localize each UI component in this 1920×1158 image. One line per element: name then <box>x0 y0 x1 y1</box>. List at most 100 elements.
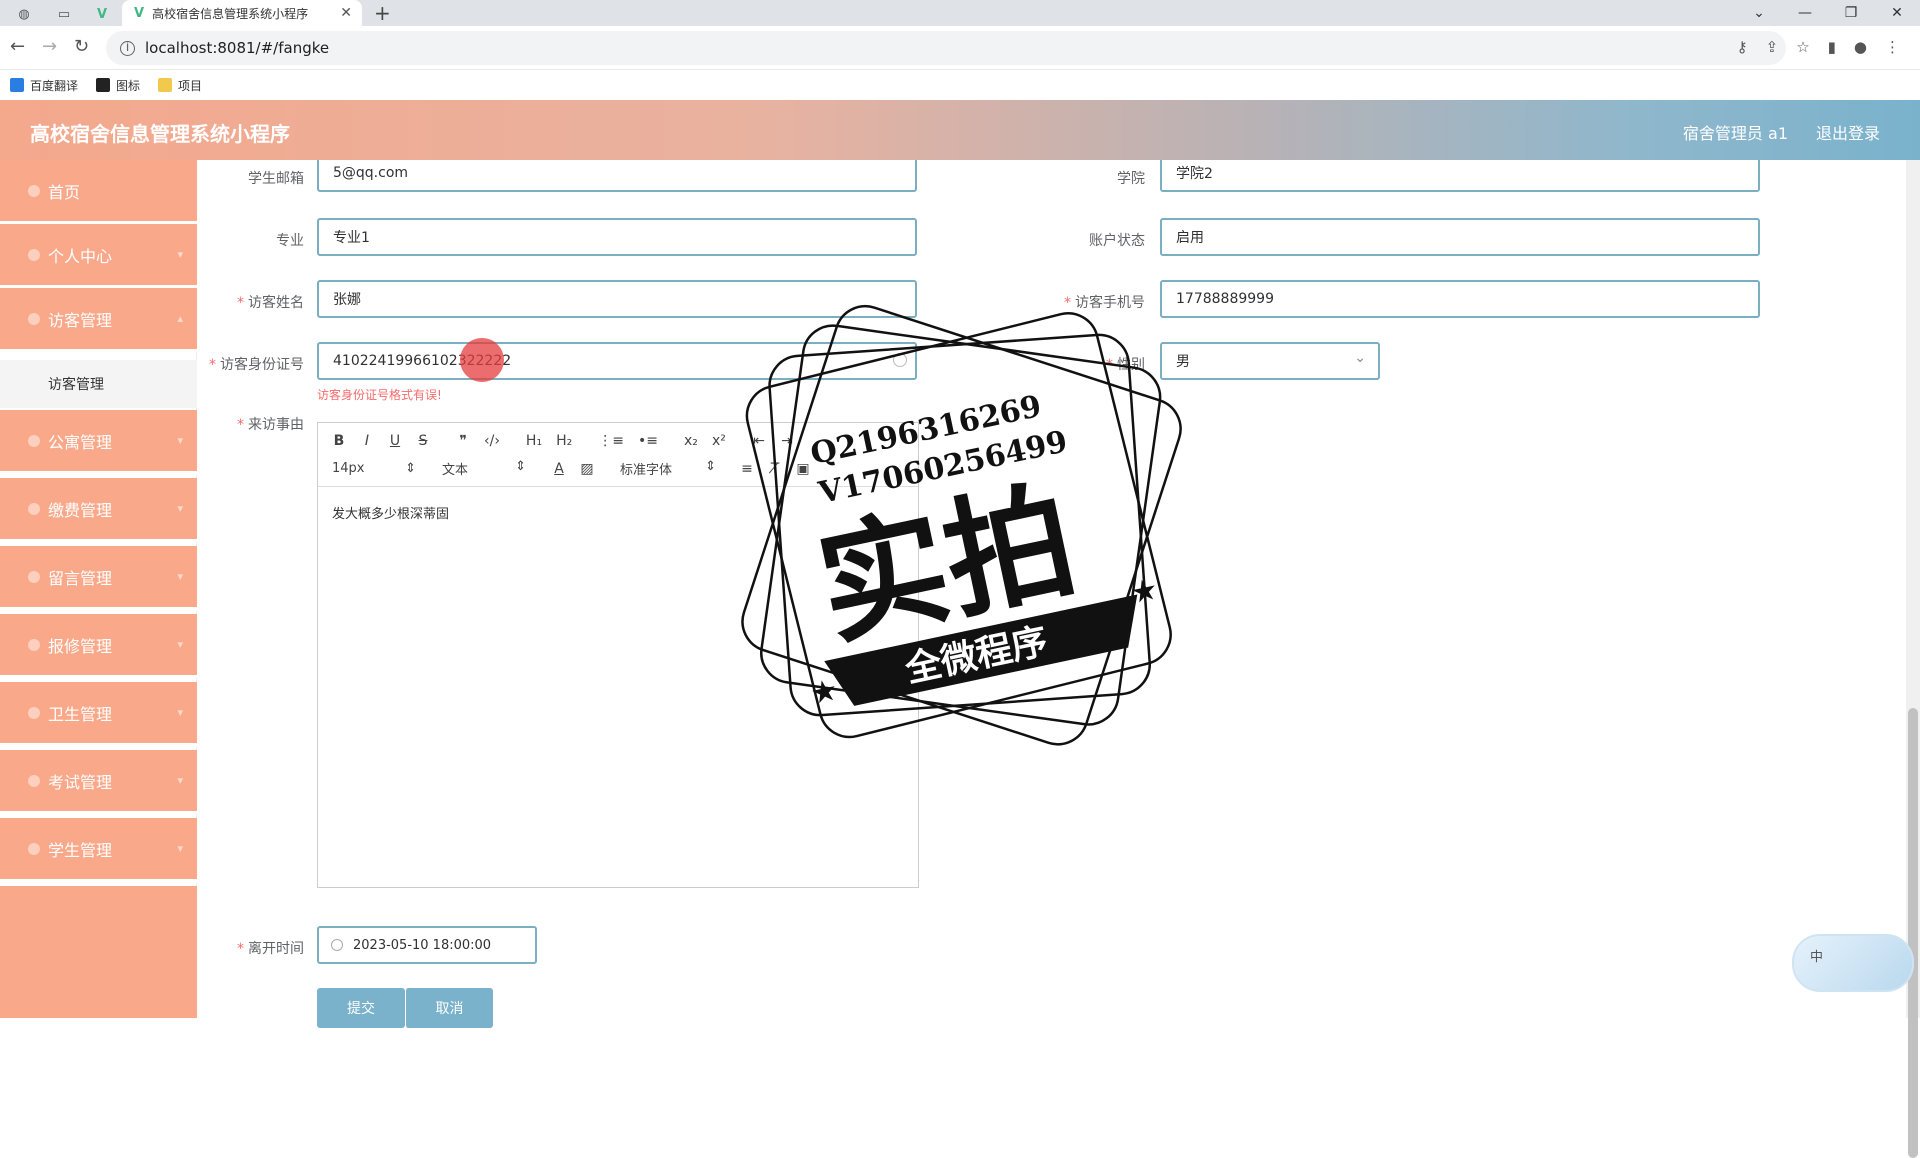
url-input[interactable]: i localhost:8081/#/fangke <box>106 31 1786 65</box>
font-family-value: 标准字体 <box>620 463 673 478</box>
block-format-value: 文本 <box>442 463 469 478</box>
h2-icon[interactable]: H₂ <box>556 433 572 449</box>
current-user: 宿舍管理员 a1 <box>1682 124 1788 143</box>
sidebar-item-label: 公寓管理 <box>48 432 113 452</box>
college-label: 学院 <box>1117 171 1145 187</box>
strike-icon[interactable]: S <box>416 433 430 449</box>
message-icon <box>28 570 40 583</box>
submit-button[interactable]: 提交 <box>317 988 405 1028</box>
superscript-icon[interactable]: x² <box>712 433 726 449</box>
sidebar-item-label: 留言管理 <box>48 568 113 588</box>
indent-icon[interactable]: ⇥ <box>780 433 794 449</box>
cancel-button[interactable]: 取消 <box>405 988 493 1028</box>
sidebar-item-label: 缴费管理 <box>48 500 113 520</box>
italic-icon[interactable]: I <box>360 433 374 449</box>
minimize-icon[interactable]: — <box>1782 0 1828 26</box>
blank-tab-icon[interactable]: ▭ <box>44 2 84 26</box>
chevron-down-icon: ▾ <box>177 502 183 515</box>
clear-icon[interactable] <box>893 353 907 367</box>
sidepanel-icon[interactable]: ▮ <box>1828 38 1836 56</box>
app-title: 高校宿舍信息管理系统小程序 <box>30 122 290 146</box>
outdent-icon[interactable]: ⇤ <box>752 433 766 449</box>
menu-icon[interactable]: ⋮ <box>1885 38 1900 56</box>
sidebar-item-exams[interactable]: 考试管理 ▾ <box>0 750 197 814</box>
font-size-select[interactable]: 14px ⇕ <box>332 461 416 476</box>
key-icon[interactable]: ⚷ <box>1737 38 1748 56</box>
editor-content[interactable]: 发大概多少根深蒂固 <box>332 503 449 522</box>
image-icon[interactable]: ▣ <box>796 461 810 477</box>
sidebar-item-profile[interactable]: 个人中心 ▾ <box>0 224 197 288</box>
sidebar-item-payments[interactable]: 缴费管理 ▾ <box>0 478 197 542</box>
chevron-down-icon: ▾ <box>177 638 183 651</box>
info-icon[interactable]: i <box>120 40 135 56</box>
forward-icon[interactable]: → <box>42 36 57 57</box>
ordered-list-icon[interactable]: ⋮≡ <box>598 433 624 449</box>
bookmark-baidu-translate[interactable]: 百度翻译 <box>10 77 78 94</box>
home-icon <box>28 184 40 197</box>
account-status-field[interactable]: 启用 <box>1160 218 1760 256</box>
bookmark-icons[interactable]: 图标 <box>96 77 140 94</box>
sidebar-filler <box>0 886 197 1018</box>
restore-icon[interactable]: ❐ <box>1828 0 1874 26</box>
sidebar-item-home[interactable]: 首页 <box>0 160 197 224</box>
chevron-down-icon[interactable]: ⌄ <box>1736 0 1782 26</box>
bullet-list-icon[interactable]: •≡ <box>638 433 658 449</box>
star-icon[interactable]: ☆ <box>1796 38 1809 56</box>
ime-floating-widget[interactable]: 中 <box>1792 934 1914 992</box>
active-tab[interactable]: V 高校宿舍信息管理系统小程序 ✕ <box>122 0 362 26</box>
quote-icon[interactable]: ❞ <box>456 433 470 449</box>
font-color-icon[interactable]: A <box>552 461 566 477</box>
sidebar-subitem-visitor-management[interactable]: 访客管理 <box>0 360 197 408</box>
ime-mode-label: 中 <box>1810 950 1824 965</box>
back-icon[interactable]: ← <box>10 36 25 57</box>
clear-format-icon[interactable]: T̸ <box>768 461 782 477</box>
window-controls: ⌄ — ❐ ✕ <box>1736 0 1920 26</box>
subscript-icon[interactable]: x₂ <box>684 433 698 449</box>
font-size-value: 14px <box>332 461 365 476</box>
sidebar-item-apartments[interactable]: 公寓管理 ▾ <box>0 410 197 474</box>
major-field[interactable]: 专业1 <box>317 218 917 256</box>
user-icon <box>28 248 40 261</box>
font-family-select[interactable]: 标准字体 ⇕ <box>620 459 716 478</box>
sidebar-item-repairs[interactable]: 报修管理 ▾ <box>0 614 197 678</box>
bookmark-project[interactable]: 项目 <box>158 77 202 94</box>
bookmark-label: 百度翻译 <box>30 78 79 93</box>
background-color-icon[interactable]: ▨ <box>580 461 594 477</box>
sidebar-item-messages[interactable]: 留言管理 ▾ <box>0 546 197 610</box>
bold-icon[interactable]: B <box>332 433 346 449</box>
globe-icon[interactable]: ◍ <box>4 2 44 26</box>
updown-icon: ⇕ <box>405 461 416 476</box>
page-scrollbar[interactable] <box>1906 160 1920 1158</box>
reload-icon[interactable]: ↻ <box>74 36 89 57</box>
email-field[interactable]: 5@qq.com <box>317 160 917 192</box>
scrollbar-thumb[interactable] <box>1908 708 1918 1158</box>
label-text: 性别 <box>1117 357 1145 373</box>
sidebar-item-visitors[interactable]: 访客管理 ▴ <box>0 288 197 352</box>
visitor-id-field[interactable]: 41022419966102322222 <box>317 342 917 380</box>
sidebar-item-label: 个人中心 <box>48 246 113 266</box>
visitor-phone-field[interactable]: 17788889999 <box>1160 280 1760 318</box>
sidebar-item-students[interactable]: 学生管理 ▾ <box>0 818 197 882</box>
logout-link[interactable]: 退出登录 <box>1816 120 1880 144</box>
close-tab-icon[interactable]: ✕ <box>340 5 352 21</box>
share-icon[interactable]: ⇪ <box>1766 38 1779 56</box>
h1-icon[interactable]: H₁ <box>526 433 542 449</box>
profile-icon[interactable]: ● <box>1854 38 1867 56</box>
building-icon <box>28 434 40 447</box>
visitor-id-error: 访客身份证号格式有误! <box>317 388 442 402</box>
new-tab-icon[interactable]: + <box>374 0 391 26</box>
code-icon[interactable]: ‹/› <box>484 433 500 449</box>
close-window-icon[interactable]: ✕ <box>1874 0 1920 26</box>
visitor-name-field[interactable]: 张娜 <box>317 280 917 318</box>
underline-icon[interactable]: U <box>388 433 402 449</box>
chevron-down-icon: ▾ <box>177 248 183 261</box>
college-field[interactable]: 学院2 <box>1160 160 1760 192</box>
gender-select[interactable]: 男 ⌄ <box>1160 342 1380 380</box>
leave-time-picker[interactable]: 2023-05-10 18:00:00 <box>317 926 537 964</box>
chevron-down-icon: ▾ <box>177 706 183 719</box>
vue-tab-icon[interactable]: V <box>82 2 122 26</box>
align-icon[interactable]: ≡ <box>740 461 754 477</box>
reason-editor[interactable]: B I U S ❞ ‹/› H₁ H₂ ⋮≡ •≡ x₂ x² ⇤ ⇥ 14px… <box>317 422 919 888</box>
block-format-select[interactable]: 文本 ⇕ <box>442 459 526 478</box>
sidebar-item-hygiene[interactable]: 卫生管理 ▾ <box>0 682 197 746</box>
